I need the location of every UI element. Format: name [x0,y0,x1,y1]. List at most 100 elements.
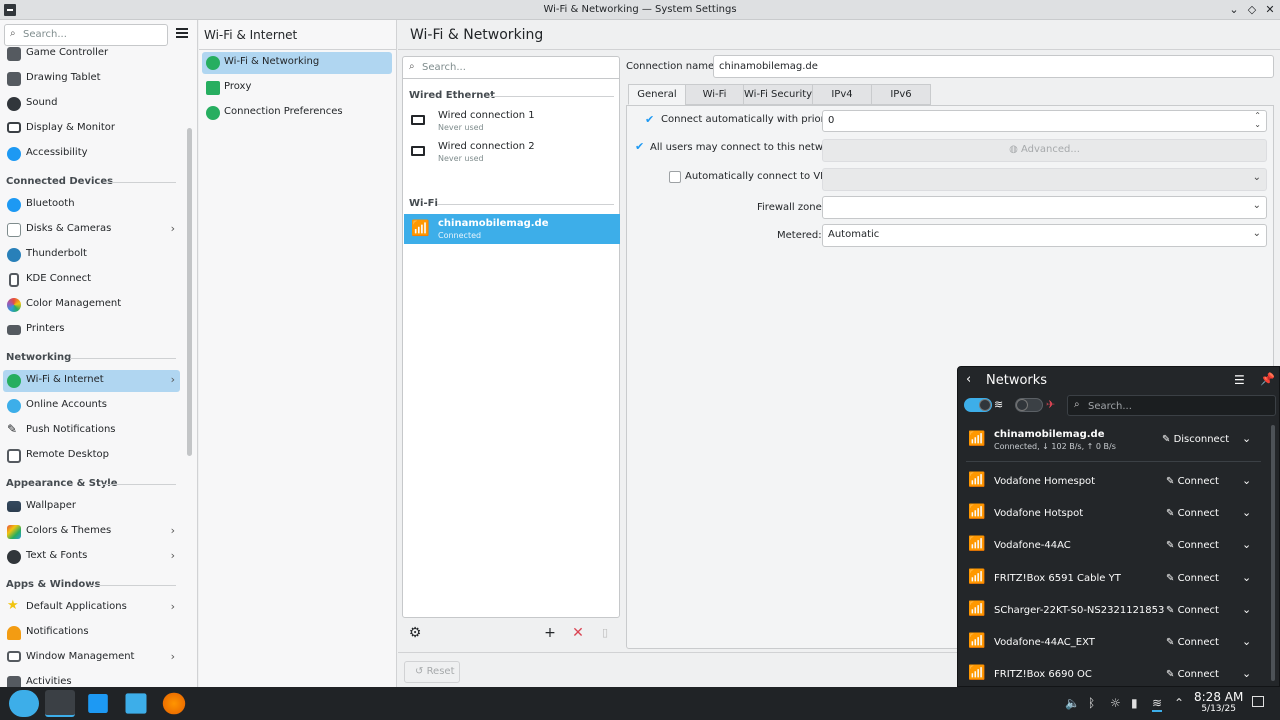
subcategory-connection-preferences[interactable]: Connection Preferences [202,102,392,124]
spin-arrows-icon[interactable]: ⌃ ⌄ [1254,111,1261,129]
sidebar-item-bluetooth[interactable]: Bluetooth [3,194,180,216]
chevron-down-icon[interactable]: ⌄ [1242,506,1251,519]
sidebar-item-online-accounts[interactable]: Online Accounts [3,395,180,417]
network-item[interactable]: 📶 Vodafone-44AC_EXT ✎ Connect ⌄ [958,627,1272,659]
advanced-button[interactable]: ◍ Advanced... [822,139,1267,162]
sidebar-item-colors-themes[interactable]: Colors & Themes › [3,521,180,543]
show-desktop-icon[interactable] [1252,696,1264,707]
usb-drive-icon[interactable]: ▮ [1131,696,1138,710]
sidebar-item-notifications[interactable]: Notifications [3,622,180,644]
network-item[interactable]: 📶 Vodafone Hotspot ✎ Connect ⌄ [958,498,1272,530]
networks-search-input[interactable]: ⌕ Search... [1067,395,1276,416]
network-item[interactable]: 📶 SCharger-22KT-S0-NS2321121853 ✎ Connect ⌄ [958,595,1272,627]
chevron-down-icon[interactable]: ⌄ [1242,538,1251,551]
sidebar-item-kde-connect[interactable]: KDE Connect [3,269,180,291]
chevron-down-icon[interactable]: ⌄ [1242,603,1251,616]
settings-sliders-icon[interactable]: ☰ [1234,373,1245,387]
remove-icon[interactable]: ✕ [569,624,587,642]
connection-item-wired-2[interactable]: Wired connection 2 Never used [404,137,620,167]
firewall-zone-select[interactable]: ⌄ [822,196,1267,219]
chevron-down-icon[interactable]: ⌄ [1226,2,1242,18]
sidebar-item-wallpaper[interactable]: Wallpaper [3,496,180,518]
metered-select[interactable]: Automatic ⌄ [822,224,1267,247]
network-item[interactable]: 📶 Vodafone Homespot ✎ Connect ⌄ [958,466,1272,498]
tab-ipv6[interactable]: IPv6 [871,84,931,105]
chevron-down-icon[interactable]: ⌄ [1242,474,1251,487]
tray-expand-chevron-icon[interactable]: ⌃ [1174,696,1184,710]
sidebar-scrollbar[interactable] [187,128,192,456]
subcategory-header: Wi-Fi & Internet [204,28,298,42]
export-icon[interactable]: ▯ [596,624,614,642]
sidebar-item-game-controller[interactable]: Game Controller [3,43,180,65]
sidebar-item-disks-cameras[interactable]: Disks & Cameras › [3,219,180,241]
connect-button[interactable]: ✎ Connect [1166,540,1219,551]
sidebar-item-default-applications[interactable]: ★ Default Applications › [3,597,180,619]
bluetooth-icon[interactable]: ᛒ [1088,696,1095,710]
reset-button[interactable]: ↺ Reset [404,661,460,683]
sidebar-item-sound[interactable]: Sound [3,93,180,115]
wifi-toggle[interactable] [964,398,992,412]
sidebar-item-text-fonts[interactable]: Text & Fonts › [3,546,180,568]
tab-wifi-security[interactable]: Wi-Fi Security [743,84,813,105]
sidebar-item-printers[interactable]: Printers [3,319,180,341]
tab-wifi[interactable]: Wi-Fi [685,84,744,105]
sidebar-item-thunderbolt[interactable]: Thunderbolt [3,244,180,266]
brightness-icon[interactable]: ☼ [1110,696,1121,710]
chevron-down-icon[interactable]: ⌄ [1242,432,1251,445]
network-item[interactable]: 📶 Vodafone-44AC ✎ Connect ⌄ [958,530,1272,562]
network-item-active[interactable]: 📶 chinamobilemag.de Connected, ↓ 102 B/s… [958,425,1272,459]
subcategory-proxy[interactable]: Proxy [202,77,392,99]
file-manager-icon[interactable] [125,693,147,714]
vpn-checkbox[interactable] [669,171,681,183]
diamond-icon[interactable]: ◇ [1244,2,1260,18]
connect-button[interactable]: ✎ Connect [1166,508,1219,519]
sidebar-item-push-notifications[interactable]: ✎ Push Notifications [3,420,180,442]
tab-general[interactable]: General [628,84,686,105]
pin-icon[interactable]: 📌 [1260,372,1275,386]
sidebar-item-display-monitor[interactable]: Display & Monitor [3,118,180,140]
chevron-down-icon[interactable]: ⌄ [1242,667,1251,680]
fedora-launcher-icon[interactable] [9,690,39,717]
connection-search-input[interactable]: ⌕ Search... [403,57,619,79]
connect-button[interactable]: ✎ Connect [1166,669,1219,680]
auto-connect-checkbox[interactable] [644,113,656,127]
chevron-down-icon[interactable]: ⌄ [1242,571,1251,584]
subcategory-wifi-networking[interactable]: Wi-Fi & Networking [202,52,392,74]
volume-icon[interactable]: 🔈 [1065,696,1080,710]
sidebar-item-wifi-internet[interactable]: Wi-Fi & Internet › [3,370,180,392]
connect-button[interactable]: ✎ Connect [1166,476,1219,487]
sidebar-item-remote-desktop[interactable]: Remote Desktop [3,445,180,467]
connect-button[interactable]: ✎ Connect [1166,573,1219,584]
back-arrow-icon[interactable]: ‹ [966,372,971,387]
close-icon[interactable]: ✕ [1262,2,1278,18]
sidebar-item-window-management[interactable]: Window Management › [3,647,180,669]
network-icon[interactable]: ≋ [1152,696,1163,712]
sidebar-item-activities[interactable]: Activities [3,672,180,687]
connection-name-field[interactable]: chinamobilemag.de [713,55,1274,78]
printer-icon [7,325,21,335]
airplane-toggle[interactable] [1015,398,1043,412]
connect-button[interactable]: ✎ Connect [1166,637,1219,648]
connection-item-wired-1[interactable]: Wired connection 1 Never used [404,106,620,136]
add-icon[interactable]: + [541,624,559,642]
configure-icon[interactable]: ⚙ [406,624,424,642]
hamburger-menu-icon[interactable] [176,28,188,38]
connect-button[interactable]: ✎ Connect [1166,605,1219,616]
discover-store-icon[interactable] [88,694,108,713]
tab-ipv4[interactable]: IPv4 [812,84,872,105]
system-settings-task-icon[interactable] [45,690,75,717]
sidebar-item-color-management[interactable]: Color Management [3,294,180,316]
clock[interactable]: 8:28 AM 5/13/25 [1194,691,1243,715]
firefox-icon[interactable] [162,692,186,715]
sidebar-item-drawing-tablet[interactable]: Drawing Tablet [3,68,180,90]
priority-spinbox[interactable]: 0 ⌃ ⌄ [822,110,1267,132]
networks-scrollbar[interactable] [1271,425,1275,681]
chevron-down-icon[interactable]: ⌄ [1242,635,1251,648]
disconnect-button[interactable]: ✎ Disconnect [1162,434,1229,445]
all-users-checkbox[interactable] [634,140,646,154]
connection-item-wifi[interactable]: 📶 chinamobilemag.de Connected [404,214,620,244]
network-item[interactable]: 📶 FRITZ!Box 6690 OC ✎ Connect ⌄ [958,659,1272,686]
vpn-select[interactable]: ⌄ [822,168,1267,191]
network-item[interactable]: 📶 FRITZ!Box 6591 Cable YT ✎ Connect ⌄ [958,563,1272,595]
sidebar-item-accessibility[interactable]: Accessibility [3,143,180,165]
